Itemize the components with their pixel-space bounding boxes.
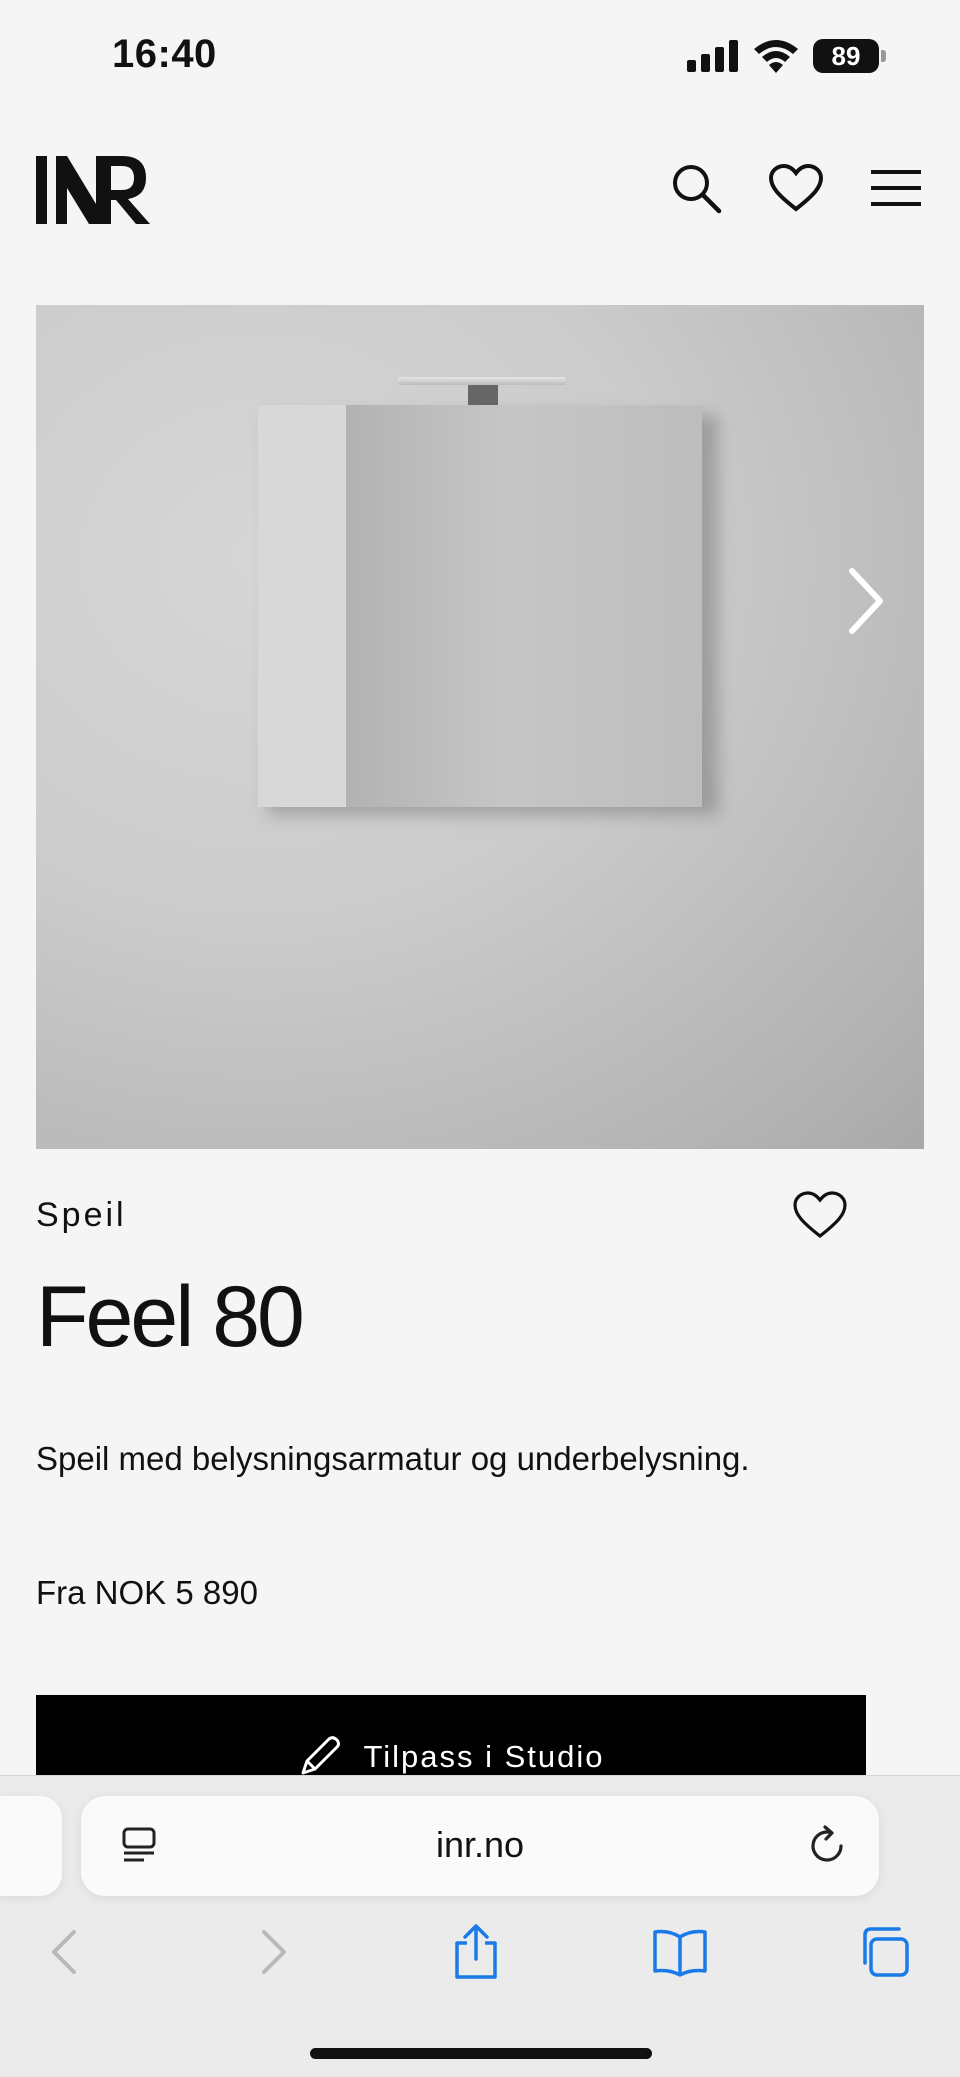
home-indicator — [310, 2048, 652, 2059]
heart-icon[interactable] — [768, 160, 824, 216]
status-time: 16:40 — [112, 32, 217, 76]
product-description: Speil med belysningsarmatur og underbely… — [36, 1440, 750, 1477]
tabs-icon[interactable] — [854, 1922, 914, 1982]
favorite-heart-icon[interactable] — [792, 1190, 848, 1240]
header-actions — [668, 160, 924, 216]
back-icon[interactable] — [34, 1922, 94, 1982]
bookmarks-icon[interactable] — [650, 1922, 710, 1982]
battery-icon: 89 — [813, 39, 886, 73]
menu-icon[interactable] — [868, 160, 924, 216]
mirror-light-bar — [398, 377, 566, 385]
previous-tab-preview[interactable] — [0, 1796, 62, 1896]
forward-icon[interactable] — [244, 1922, 304, 1982]
inr-logo[interactable] — [36, 152, 156, 228]
mirror-glass — [346, 405, 702, 807]
mirror-light-mount — [468, 385, 498, 405]
browser-toolbar — [0, 1916, 960, 1996]
product-price: Fra NOK 5 890 — [36, 1574, 258, 1611]
reload-icon[interactable] — [805, 1824, 849, 1868]
url-text[interactable]: inr.no — [81, 1824, 879, 1866]
product-image[interactable] — [36, 305, 924, 1149]
wifi-icon — [754, 40, 798, 73]
status-icons: 89 — [687, 38, 886, 74]
chevron-right-icon[interactable] — [836, 561, 896, 641]
status-bar: 16:40 89 — [0, 0, 960, 110]
browser-bar: inr.no — [0, 1775, 960, 2077]
share-icon[interactable] — [446, 1922, 506, 1982]
site-header — [0, 140, 960, 240]
product-category: Speil — [36, 1196, 127, 1234]
pencil-icon — [301, 1736, 341, 1775]
address-bar[interactable]: inr.no — [81, 1796, 879, 1896]
battery-level: 89 — [813, 39, 879, 73]
signal-icon — [687, 40, 738, 72]
search-icon[interactable] — [668, 160, 724, 216]
product-title: Feel 80 — [36, 1269, 305, 1365]
